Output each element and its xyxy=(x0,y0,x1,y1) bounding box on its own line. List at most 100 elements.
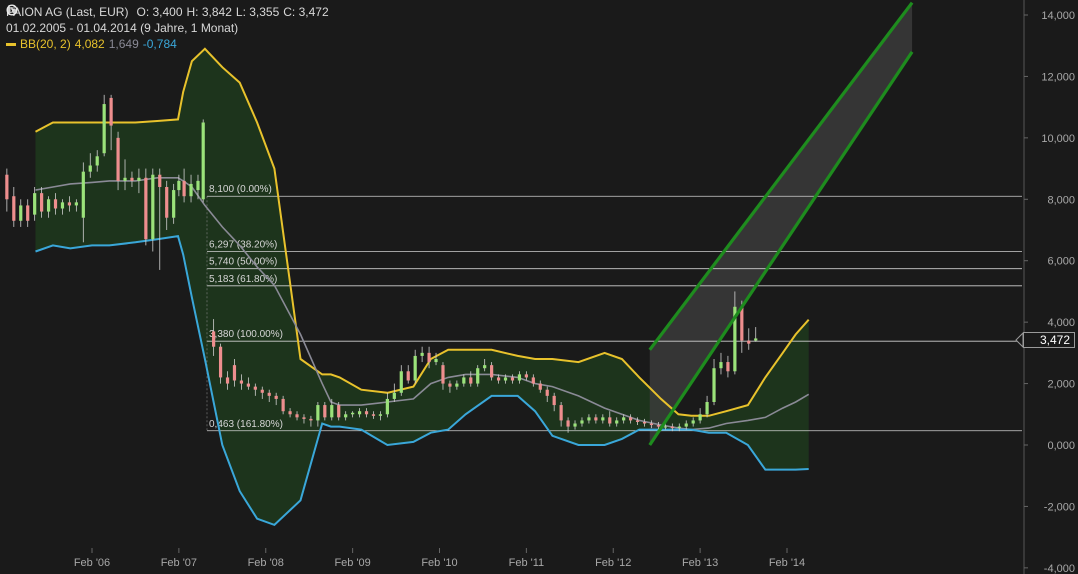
candle-body xyxy=(399,371,403,393)
candle-body xyxy=(656,425,661,427)
indicator-upper-value: 4,082 xyxy=(74,37,105,51)
candle-body xyxy=(201,122,205,200)
y-tick-label: 4,000 xyxy=(1047,317,1075,329)
candle-body xyxy=(144,177,148,240)
candle-body xyxy=(469,377,473,384)
candle-body xyxy=(545,389,549,396)
instrument-name: PAION AG (Last, EUR) xyxy=(6,5,129,19)
candle-body xyxy=(587,417,591,421)
candle-body xyxy=(218,346,223,378)
candle-body xyxy=(622,417,626,421)
candle-body xyxy=(649,423,654,426)
last-price-pointer-icon xyxy=(1015,331,1024,349)
y-tick-label: 0,000 xyxy=(1047,440,1075,452)
low-value: L: 3,355 xyxy=(235,5,280,19)
candle-body xyxy=(517,374,522,381)
candle-body xyxy=(323,405,327,418)
x-tick-label: Feb '08 xyxy=(248,557,284,569)
candle-body xyxy=(427,352,431,363)
candle-body xyxy=(441,365,445,384)
candle-body xyxy=(670,426,674,429)
candle-body xyxy=(566,420,570,427)
candle-body xyxy=(392,392,396,399)
channel-upper-line[interactable] xyxy=(648,1,914,351)
candle-body xyxy=(102,104,106,154)
candle-body xyxy=(172,190,176,218)
candle-body xyxy=(225,377,230,384)
candle-body xyxy=(559,405,563,421)
last-price-value: 3,472 xyxy=(1039,333,1070,347)
candle-body xyxy=(629,417,633,421)
open-value: O: 3,400 xyxy=(136,5,183,19)
candle-body xyxy=(496,377,501,381)
candle-body xyxy=(434,359,438,363)
candle-body xyxy=(137,177,141,181)
candle-body xyxy=(295,414,299,418)
legend-range-row: 01.02.2005 - 01.04.2014 (9 Jahre, 1 Mona… xyxy=(6,4,333,36)
candle-body xyxy=(580,420,584,424)
candle-body xyxy=(12,196,16,221)
last-price-tag: 3,472 xyxy=(1023,332,1075,348)
candle-body xyxy=(81,171,85,218)
legend: PAION AG (Last, EUR) O: 3,400 H: 3,842 L… xyxy=(6,4,333,52)
candle-body xyxy=(510,377,515,381)
indicator-swatch-icon xyxy=(6,43,16,46)
candle-body xyxy=(406,371,410,381)
candle-body xyxy=(726,362,730,372)
candle-body xyxy=(46,199,51,212)
x-tick-label: Feb '12 xyxy=(595,557,631,569)
candle-body xyxy=(109,97,113,126)
y-tick-label: 12,000 xyxy=(1041,71,1075,83)
y-tick-label: -4,000 xyxy=(1044,563,1075,574)
candle-body xyxy=(40,193,44,212)
candle-body xyxy=(615,420,619,424)
candle-body xyxy=(158,174,162,187)
candle-body xyxy=(302,417,306,419)
y-tick-label: 6,000 xyxy=(1047,256,1075,268)
candle-body xyxy=(413,355,417,381)
candle-body xyxy=(503,377,508,381)
candle-body xyxy=(524,374,528,378)
candle-body xyxy=(371,414,376,416)
candle-body xyxy=(182,180,186,197)
plot-area[interactable]: 8,100 (0.00%)6,297 (38.20%)5,740 (50.00%… xyxy=(0,0,1078,574)
candle-body xyxy=(281,398,285,412)
x-tick-label: Feb '09 xyxy=(334,557,370,569)
y-tick-label: 2,000 xyxy=(1047,379,1075,391)
y-tick-label: -2,000 xyxy=(1044,501,1075,513)
candle-body xyxy=(246,383,250,387)
candle-body xyxy=(330,405,334,418)
candle-body xyxy=(274,395,278,399)
x-tick-label: Feb '07 xyxy=(161,557,197,569)
candle-body xyxy=(573,423,577,427)
candle-body xyxy=(33,193,37,215)
candle-body xyxy=(677,426,681,429)
candle-body xyxy=(74,202,78,206)
candle-body xyxy=(754,338,758,341)
y-tick-label: 14,000 xyxy=(1041,10,1075,22)
indicator-mid-value: 1,649 xyxy=(108,37,139,51)
candle-body xyxy=(420,352,424,356)
candle-body xyxy=(448,383,452,387)
candle-body xyxy=(740,306,744,341)
chart-root: 8,100 (0.00%) 6,297 (38.20%) 5,740 (50.00%… xyxy=(0,0,1078,574)
x-tick-label: Feb '06 xyxy=(74,557,110,569)
candle-body xyxy=(490,365,494,378)
candle-body xyxy=(267,392,271,396)
candle-body xyxy=(288,411,292,415)
candle-body xyxy=(123,177,127,181)
candle-body xyxy=(378,414,383,416)
candle-body xyxy=(642,421,647,424)
candle-body xyxy=(476,368,480,384)
high-value: H: 3,842 xyxy=(186,5,232,19)
candle-body xyxy=(684,423,688,427)
fib-label: 8,100 (0.00%) xyxy=(209,184,272,195)
candle-body xyxy=(719,362,723,369)
candle-body xyxy=(712,368,716,402)
candle-body xyxy=(95,156,99,166)
candle-body xyxy=(5,174,9,200)
clock-icon xyxy=(6,4,18,16)
candle-body xyxy=(309,418,313,421)
fib-label: 5,740 (50.00%) xyxy=(209,257,277,268)
fib-label: 0,463 (161.80%) xyxy=(209,419,283,430)
